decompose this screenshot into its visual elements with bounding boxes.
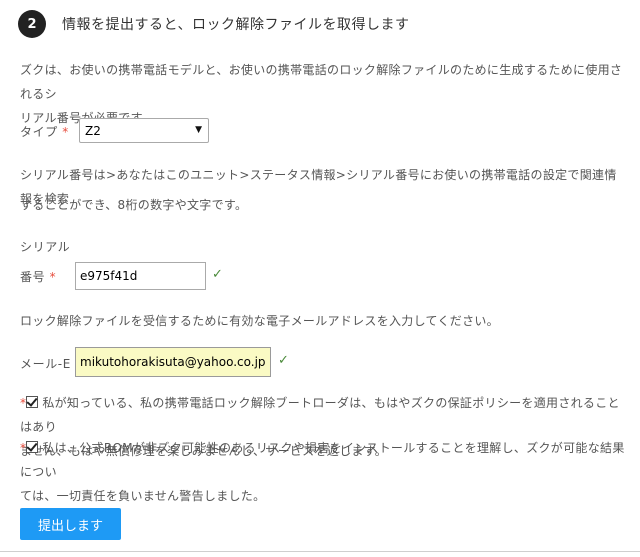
required-mark: * <box>62 125 69 139</box>
agreement-risk-text: 私は、公式ROMが非ズク可能性のあるリスクや損害をインストールすることを理解し、… <box>20 441 625 479</box>
required-mark: * <box>49 270 57 284</box>
serial-help-text: シリアル番号は>あなたはこのユニット>ステータス情報>シリアル番号にお使いの携帯… <box>20 163 625 217</box>
agreement-warranty-line-1: * 私が知っている、私の携帯電話ロック解除ブートローダは、もはやズクの保証ポリシー… <box>20 391 625 439</box>
agreement-risk-line-1: * 私は、公式ROMが非ズク可能性のあるリスクや損害をインストールすることを理解し… <box>20 436 625 484</box>
serial-label: 番号 * <box>20 268 56 285</box>
type-select-value: Z2 <box>85 123 101 138</box>
agreement-warranty-text: 私が知っている、私の携帯電話ロック解除ブートローダは、もはやズクの保証ポリシーを… <box>20 396 620 434</box>
agreement-risk-line-2: ては、一切責任を負いません警告しました。 <box>20 489 266 503</box>
serial-input[interactable]: e975f41d <box>75 262 206 290</box>
type-select[interactable]: Z2 ▼ <box>79 118 209 143</box>
section-divider <box>0 551 640 552</box>
email-help-text: ロック解除ファイルを受信するために有効な電子メールアドレスを入力してください。 <box>20 314 499 328</box>
dropdown-arrow-icon: ▼ <box>195 125 202 135</box>
email-input[interactable]: mikutohorakisuta@yahoo.co.jp <box>75 347 271 377</box>
type-label: タイプ * <box>20 123 69 140</box>
type-label-text: タイプ <box>20 125 58 139</box>
serial-label-text: 番号 <box>20 270 46 284</box>
serial-help-line-1: シリアル番号は>あなたはこのユニット>ステータス情報>シリアル番号にお使いの携帯… <box>20 168 617 206</box>
email-label: メール-E * <box>20 355 82 372</box>
intro-line-1: ズクは、お使いの携帯電話モデルと、お使いの携帯電話のロック解除ファイルのために生… <box>20 63 623 101</box>
serial-valid-check-icon: ✓ <box>212 267 223 282</box>
agreement-warranty-checkbox[interactable] <box>26 396 39 408</box>
step-title: 情報を提出すると、ロック解除ファイルを取得します <box>62 17 410 33</box>
submit-button[interactable]: 提出します <box>20 508 121 540</box>
serial-help-line-2: することができ、8桁の数字や文字です。 <box>20 198 248 212</box>
agreement-risk-checkbox[interactable] <box>26 441 39 453</box>
email-label-text: メール-E <box>20 357 71 371</box>
step-number-badge: 2 <box>18 10 46 38</box>
email-valid-check-icon: ✓ <box>278 353 289 368</box>
serial-label-top: シリアル <box>20 240 71 254</box>
agreement-risk: * 私は、公式ROMが非ズク可能性のあるリスクや損害をインストールすることを理解し… <box>20 436 625 508</box>
